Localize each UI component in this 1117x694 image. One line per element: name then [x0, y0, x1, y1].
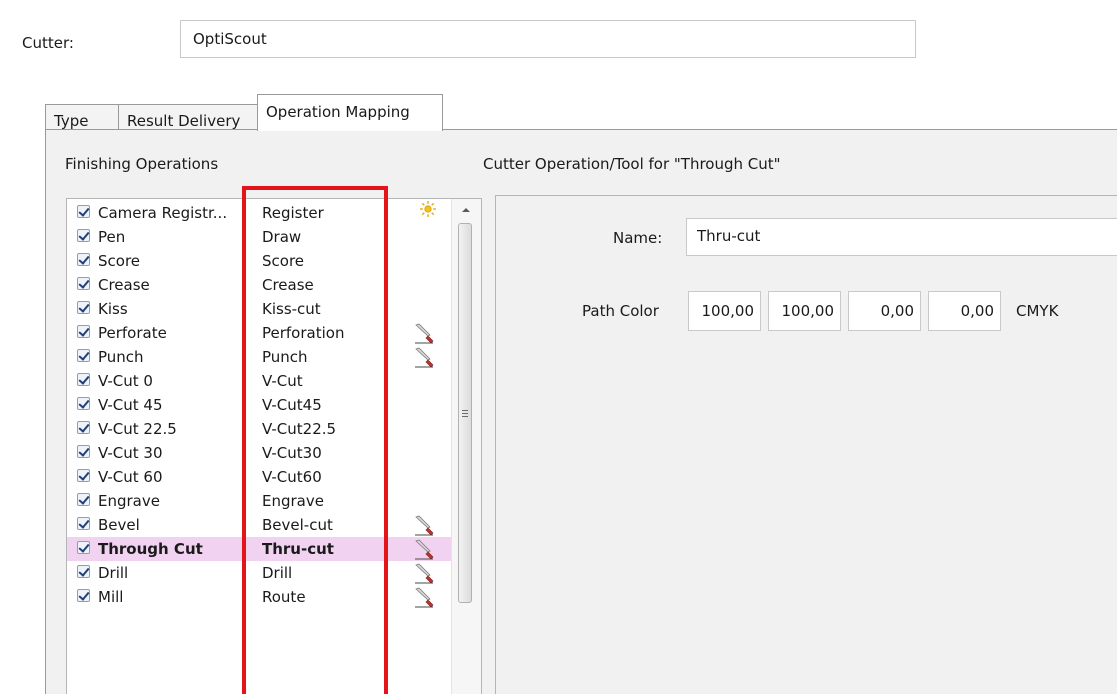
row-checkbox[interactable]	[77, 589, 90, 602]
row-checkbox[interactable]	[77, 373, 90, 386]
finishing-operations-title: Finishing Operations	[65, 155, 219, 173]
operation-name: V-Cut 22.5	[98, 420, 177, 438]
row-checkbox[interactable]	[77, 493, 90, 506]
operation-name: Drill	[98, 564, 129, 582]
tab-result-delivery[interactable]: Result Delivery	[118, 104, 258, 130]
tool-column-highlight	[242, 186, 388, 694]
knife-icon	[413, 514, 435, 536]
operation-name: Mill	[98, 588, 124, 606]
tab-type[interactable]: Type	[45, 104, 119, 130]
row-checkbox[interactable]	[77, 301, 90, 314]
row-checkbox[interactable]	[77, 469, 90, 482]
tab-operation-mapping[interactable]: Operation Mapping	[257, 94, 443, 131]
row-checkbox[interactable]	[77, 517, 90, 530]
row-checkbox[interactable]	[77, 397, 90, 410]
row-checkbox[interactable]	[77, 349, 90, 362]
operation-name: Punch	[98, 348, 144, 366]
operation-name: Score	[98, 252, 141, 270]
row-checkbox[interactable]	[77, 253, 90, 266]
knife-icon	[413, 562, 435, 584]
row-checkbox[interactable]	[77, 565, 90, 578]
path-color-k-field[interactable]: 0,00	[928, 291, 1001, 331]
name-input[interactable]: Thru-cut	[686, 218, 1117, 256]
operation-name: Pen	[98, 228, 126, 246]
knife-icon	[413, 322, 435, 344]
knife-icon	[413, 586, 435, 608]
operation-name: Crease	[98, 276, 150, 294]
scroll-up-arrow-icon[interactable]	[460, 205, 472, 215]
cutter-label: Cutter:	[22, 34, 74, 52]
operation-name: V-Cut 60	[98, 468, 163, 486]
operation-name: Kiss	[98, 300, 128, 318]
operation-name: Perforate	[98, 324, 167, 342]
row-checkbox[interactable]	[77, 325, 90, 338]
row-checkbox[interactable]	[77, 205, 90, 218]
row-checkbox[interactable]	[77, 541, 90, 554]
path-color-m-field[interactable]: 100,00	[768, 291, 841, 331]
row-checkbox[interactable]	[77, 229, 90, 242]
scroll-thumb[interactable]	[458, 223, 472, 603]
operation-name: V-Cut 0	[98, 372, 153, 390]
color-model-label: CMYK	[1016, 302, 1059, 320]
operation-name: V-Cut 30	[98, 444, 163, 462]
cutter-operation-group	[495, 195, 1117, 694]
cutter-field[interactable]: OptiScout	[180, 20, 916, 58]
cutter-operation-title: Cutter Operation/Tool for "Through Cut"	[483, 155, 781, 173]
row-checkbox[interactable]	[77, 277, 90, 290]
operation-name: Camera Registr...	[98, 204, 228, 222]
row-checkbox[interactable]	[77, 445, 90, 458]
row-checkbox[interactable]	[77, 421, 90, 434]
knife-icon	[413, 346, 435, 368]
knife-icon	[413, 538, 435, 560]
list-scrollbar[interactable]	[451, 199, 481, 694]
name-label: Name:	[613, 229, 663, 247]
operation-name: V-Cut 45	[98, 396, 163, 414]
path-color-y-field[interactable]: 0,00	[848, 291, 921, 331]
operation-name: Bevel	[98, 516, 140, 534]
sun-icon	[419, 200, 437, 218]
operation-name: Through Cut	[98, 540, 203, 558]
path-color-c-field[interactable]: 100,00	[688, 291, 761, 331]
operation-name: Engrave	[98, 492, 160, 510]
path-color-label: Path Color	[582, 302, 659, 320]
